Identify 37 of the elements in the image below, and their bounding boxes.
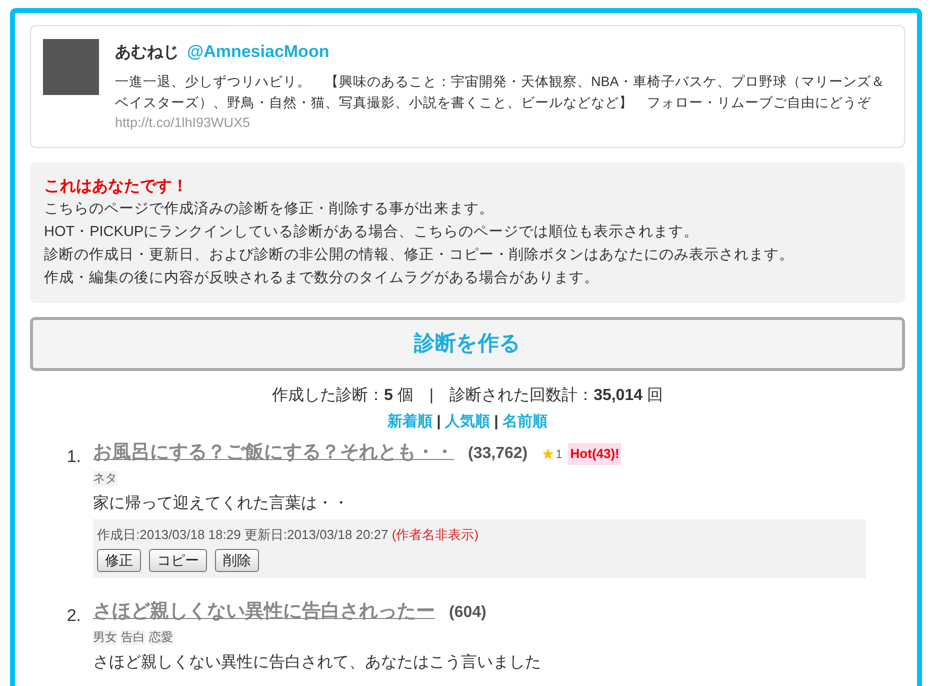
- notice-text: 診断の作成日・更新日、および診断の非公開の情報、修正・コピー・削除ボタンはあなたにのみ表示されます。: [44, 246, 795, 266]
- sort-link[interactable]: 名前順: [502, 412, 548, 430]
- sort-link[interactable]: 人気順: [445, 412, 490, 430]
- author-hidden-text: (作者名非表示): [392, 527, 479, 542]
- diagnosis-description: 家に帰って迎えてくれた言葉は・・: [93, 494, 350, 514]
- stats-text: 作成した診断：5 個 | 診断された回数計：35,014 回: [271, 386, 664, 406]
- tag-label[interactable]: ネタ: [93, 471, 117, 486]
- notice-text: HOT・PICKUPにランクインしている診断がある場合、こちらのページでは順位も表示されます。: [44, 223, 700, 242]
- edit-action-button[interactable]: 削除: [215, 548, 259, 572]
- separator-text: |: [436, 412, 441, 430]
- create-diagnosis-button[interactable]: 診断を作る: [30, 317, 905, 371]
- notice-title: これはあなたです！: [44, 177, 189, 198]
- list-number: 1.: [66, 446, 82, 468]
- tag-label[interactable]: 告白: [121, 630, 145, 645]
- edit-action-button[interactable]: 修正: [97, 548, 141, 572]
- diagnosis-title-link[interactable]: さほど親しくない異性に告白されったー: [93, 600, 435, 624]
- hot-badge: Hot(43)!: [568, 443, 622, 465]
- diagnosis-title-link[interactable]: お風呂にする？ご飯にする？それとも・・: [93, 441, 454, 466]
- tag-label[interactable]: 男女: [93, 630, 117, 645]
- notice-text: こちらのページで作成済みの診断を修正・削除する事が出来ます。: [44, 200, 495, 220]
- edit-action-button[interactable]: コピー: [149, 548, 207, 572]
- list-number: 2.: [66, 604, 82, 627]
- avatar-placeholder: [43, 39, 99, 95]
- separator-text: |: [494, 412, 498, 430]
- date-text: 作成日:2013/03/18 18:29 更新日:2013/03/18 20:27: [97, 527, 388, 542]
- play-count: (33,762): [468, 444, 528, 464]
- tag-label[interactable]: 恋愛: [149, 630, 173, 645]
- profile-url-link[interactable]: http://t.co/1lhI93WUX5: [115, 113, 892, 134]
- notice-text: 作成・編集の後に内容が反映されるまで数分のタイムラグがある場合があります。: [44, 268, 600, 288]
- diagnosis-description: さほど親しくない異性に告白されて、あなたはこう言いました: [93, 652, 542, 673]
- user-handle-link[interactable]: @AmnesiacMoon: [187, 39, 330, 64]
- user-name: あむねじ: [115, 43, 179, 63]
- star-icon: [542, 448, 554, 460]
- user-bio: 一進一退、少しずつリハビリ。 【興味のあること：宇宙開発・天体観察、NBA・車椅子バスケ、プロ野球（マリーンズ＆ベイスターズ）、野鳥・自然・猫、写真撮影、小説を書くこと、ビールなどなど】 フォロー・リムーブご自由にどうぞ: [115, 73, 886, 112]
- play-count: (604): [449, 602, 486, 623]
- favorite-count: 1: [556, 446, 562, 464]
- sort-link[interactable]: 新着順: [387, 412, 432, 430]
